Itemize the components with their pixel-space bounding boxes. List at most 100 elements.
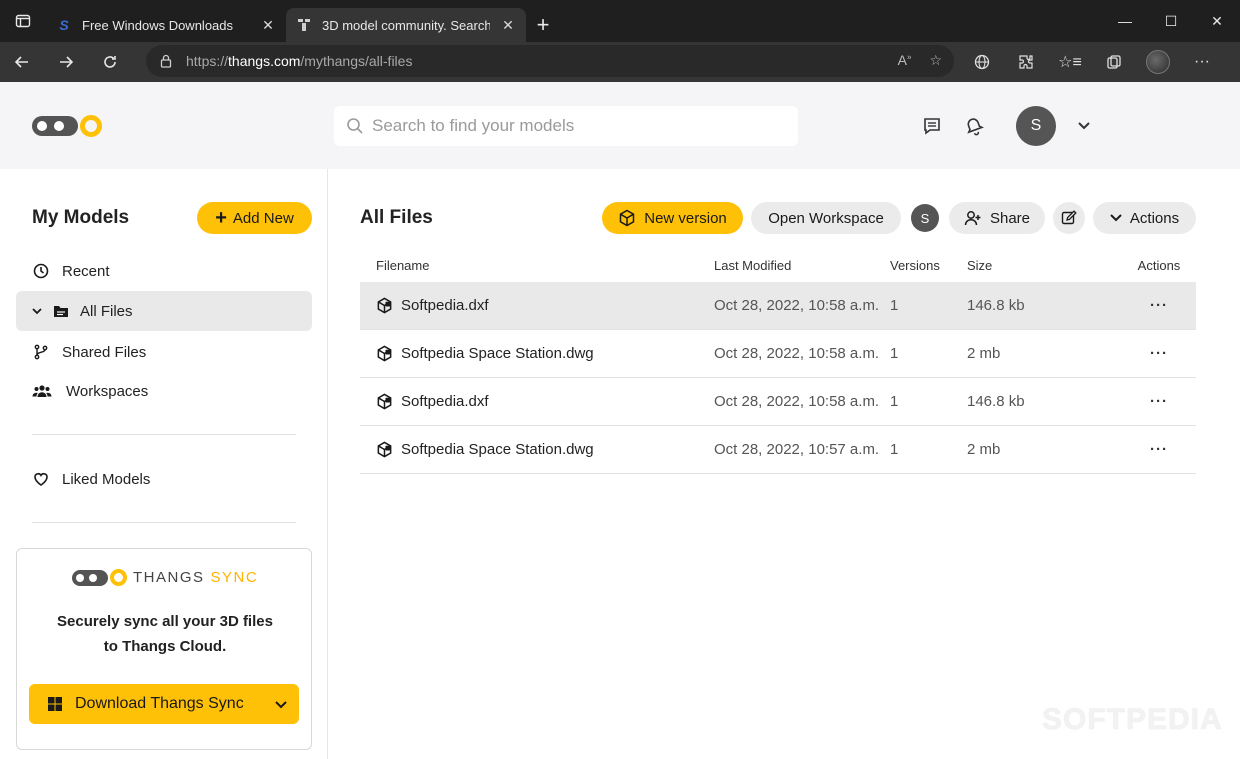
read-aloud-icon[interactable]: A» [898,52,912,69]
more-horizontal-icon[interactable]: ··· [1150,297,1168,314]
table-row[interactable]: Softpedia.dxf Oct 28, 2022, 10:58 a.m. 1… [360,282,1196,330]
table-header: Filename Last Modified Versions Size Act… [360,248,1196,282]
edit-button[interactable] [1053,202,1085,234]
more-horizontal-icon[interactable]: ··· [1150,393,1168,410]
tab-actions-button[interactable] [0,0,46,42]
clock-icon [32,262,50,280]
files-table: Filename Last Modified Versions Size Act… [360,248,1196,474]
row-actions-menu[interactable]: ··· [1122,393,1196,410]
sidebar-item-shared-files[interactable]: Shared Files [16,332,312,372]
model-file-icon [377,441,392,458]
member-avatar[interactable]: S [911,204,939,232]
lock-icon[interactable] [160,54,172,68]
search-input[interactable] [372,116,792,136]
column-header-versions[interactable]: Versions [890,258,967,273]
sidebar: My Models + Add New Recent All Files Sha… [0,169,328,759]
search-bar[interactable] [334,106,798,146]
close-window-icon[interactable]: ✕ [1194,0,1240,42]
sidebar-item-liked-models[interactable]: Liked Models [16,459,312,499]
plus-icon: + [215,207,227,229]
app-header: S [0,82,1240,169]
users-group-icon [32,382,52,400]
add-new-button[interactable]: + Add New [197,202,312,234]
extensions-icon[interactable] [1004,42,1048,82]
page-title: All Files [360,207,433,228]
close-tab-icon[interactable]: ✕ [500,17,516,34]
thangs-sync-card: THANGS SYNC Securely sync all your 3D fi… [16,548,312,750]
minimize-icon[interactable]: — [1102,0,1148,42]
logo-ring [110,569,127,586]
sidebar-item-label: Recent [62,262,110,280]
edit-pencil-icon [1061,210,1077,225]
sidebar-item-all-files[interactable]: All Files [16,291,312,331]
address-bar[interactable]: https://thangs.com/mythangs/all-files A»… [146,45,954,77]
open-workspace-button[interactable]: Open Workspace [751,202,901,234]
browser-tab-thangs[interactable]: 3D model community. Search & ✕ [286,8,526,42]
more-menu-icon[interactable]: ··· [1180,42,1224,82]
message-icon[interactable] [920,106,944,146]
file-name-cell[interactable]: Softpedia Space Station.dwg [360,345,714,362]
profile-avatar[interactable] [1136,42,1180,82]
forward-icon[interactable] [44,42,88,82]
model-file-icon [377,297,392,314]
softpedia-s-icon: S [59,17,69,33]
file-size: 2 mb [967,345,1001,362]
address-bar-icons: A» ☆ [898,52,942,69]
globe-icon[interactable] [960,42,1004,82]
row-actions-menu[interactable]: ··· [1122,441,1196,458]
chevron-down-icon [1110,214,1122,222]
file-name[interactable]: Softpedia Space Station.dwg [401,441,594,458]
logo-ring [80,115,102,137]
chevron-down-icon[interactable] [1074,106,1094,146]
close-tab-icon[interactable]: ✕ [260,17,276,34]
sidebar-item-label: Workspaces [66,382,149,400]
row-actions-menu[interactable]: ··· [1122,297,1196,314]
favorite-add-icon[interactable]: ☆ [929,52,942,69]
chevron-down-icon[interactable] [275,696,287,714]
sidebar-divider [32,434,296,435]
sync-line-2: to Thangs Cloud. [103,638,227,655]
maximize-icon[interactable]: ☐ [1148,0,1194,42]
thangs-logo[interactable] [32,115,102,137]
column-header-last-modified[interactable]: Last Modified [714,258,890,273]
file-name-cell[interactable]: Softpedia.dxf [360,297,714,314]
search-icon [347,118,363,134]
download-thangs-sync-button[interactable]: Download Thangs Sync [29,684,299,724]
file-name-cell[interactable]: Softpedia Space Station.dwg [360,441,714,458]
notification-bell-icon[interactable] [962,106,986,146]
profile-photo [1146,50,1170,74]
column-header-size[interactable]: Size [967,258,1122,273]
sidebar-item-recent[interactable]: Recent [16,251,312,291]
model-file-icon [377,393,392,410]
column-header-filename[interactable]: Filename [360,258,714,273]
actions-label: Actions [1129,209,1180,227]
favorites-icon[interactable]: ☆≡ [1048,42,1092,82]
file-versions: 1 [890,345,899,362]
file-size: 2 mb [967,441,1001,458]
refresh-icon[interactable] [88,42,132,82]
sync-line-1: Securely sync all your 3D files [57,613,273,630]
share-label: Share [989,209,1031,227]
back-icon[interactable] [0,42,44,82]
more-horizontal-icon[interactable]: ··· [1150,345,1168,362]
share-button[interactable]: Share [949,202,1045,234]
branch-icon [32,343,50,361]
more-horizontal-icon[interactable]: ··· [1150,441,1168,458]
chevron-down-icon[interactable] [32,302,42,320]
sidebar-title: My Models [32,207,130,228]
file-name[interactable]: Softpedia.dxf [401,393,489,410]
actions-dropdown-button[interactable]: Actions [1093,202,1196,234]
row-actions-menu[interactable]: ··· [1122,345,1196,362]
table-row[interactable]: Softpedia.dxf Oct 28, 2022, 10:58 a.m. 1… [360,378,1196,426]
file-name[interactable]: Softpedia.dxf [401,297,489,314]
file-name[interactable]: Softpedia Space Station.dwg [401,345,594,362]
user-avatar[interactable]: S [1016,106,1056,146]
new-tab-button[interactable]: + [526,8,560,42]
table-row[interactable]: Softpedia Space Station.dwg Oct 28, 2022… [360,426,1196,474]
collections-icon[interactable] [1092,42,1136,82]
new-version-button[interactable]: New version [602,202,743,234]
sidebar-item-workspaces[interactable]: Workspaces [16,371,312,411]
browser-tab-softpedia[interactable]: S Free Windows Downloads ✕ [46,8,286,42]
table-row[interactable]: Softpedia Space Station.dwg Oct 28, 2022… [360,330,1196,378]
file-name-cell[interactable]: Softpedia.dxf [360,393,714,410]
